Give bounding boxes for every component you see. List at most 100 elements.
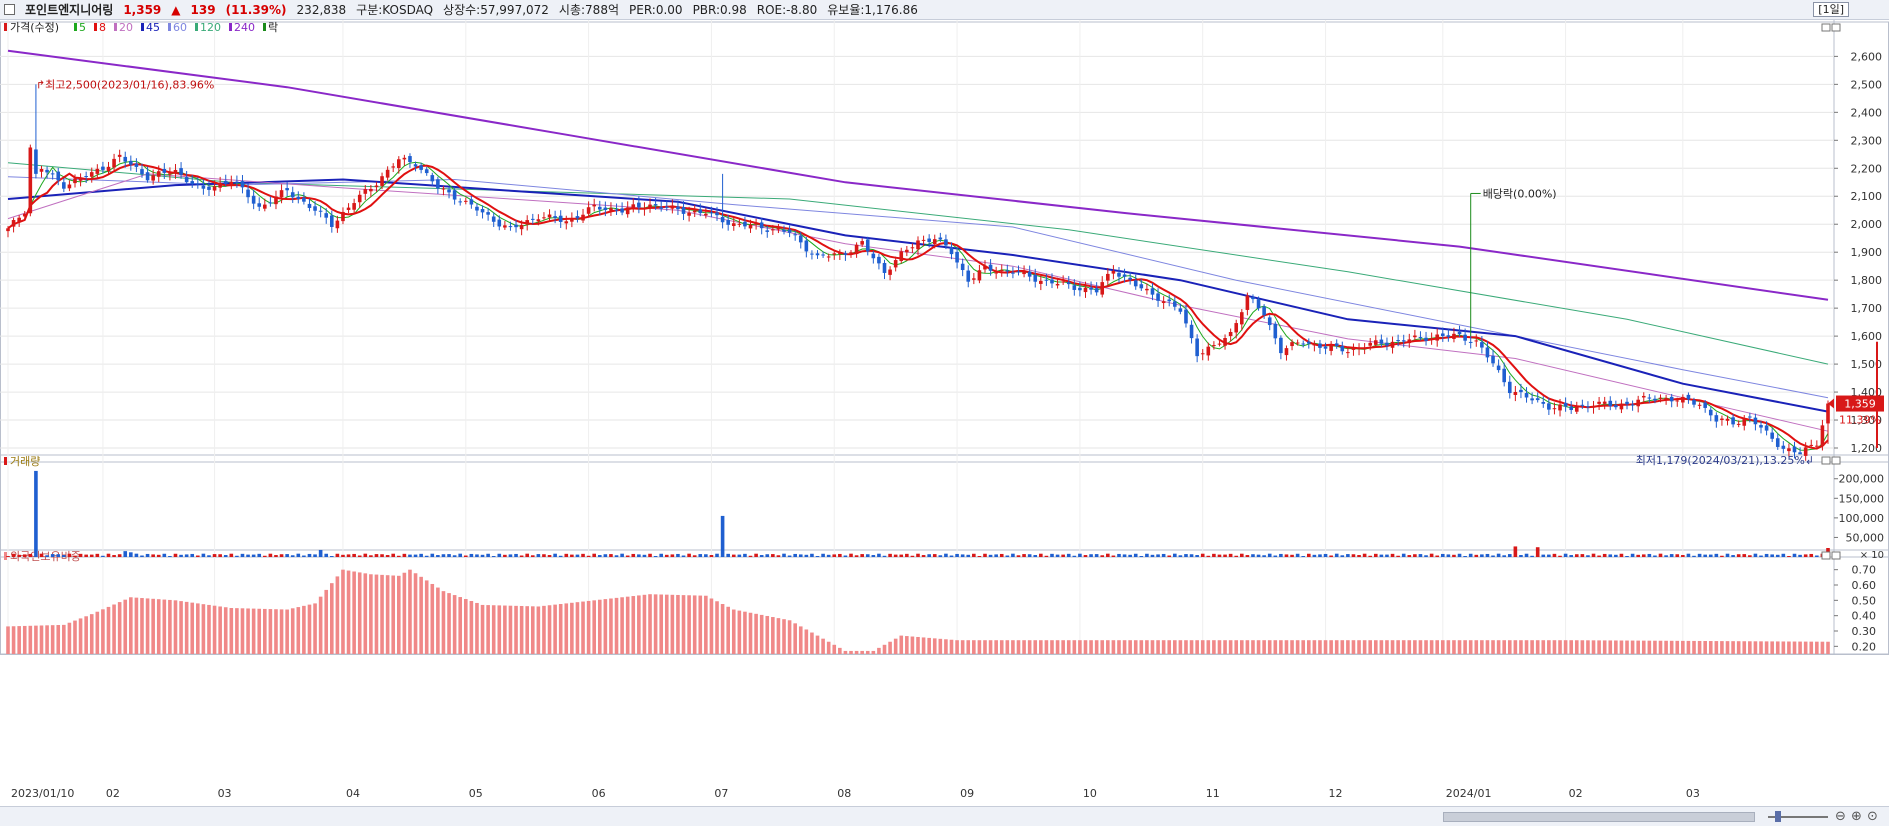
price-change-pct: (11.39%)	[225, 2, 287, 17]
volume-bar	[1385, 554, 1389, 557]
candle-body	[1022, 271, 1026, 275]
foreign-bar	[151, 598, 155, 654]
foreign-bar	[838, 647, 842, 654]
market-cap: 시총:788억	[558, 3, 619, 17]
foreign-bar	[888, 641, 892, 654]
foreign-bar	[201, 604, 206, 654]
foreign-bar	[117, 602, 122, 654]
foreign-bar	[475, 602, 479, 654]
foreign-bar	[1396, 640, 1400, 654]
retention-ratio: 유보율:1,176.86	[827, 3, 918, 17]
ma-line-20	[7, 173, 1829, 432]
volume-bar	[1541, 554, 1546, 557]
volume-bar	[960, 554, 965, 557]
volume-bar	[1775, 554, 1780, 557]
volume-bar	[1005, 555, 1010, 557]
volume-bar	[525, 553, 530, 557]
volume-tick-label: 150,000	[1839, 492, 1885, 505]
foreign-bar	[1122, 640, 1127, 654]
foreign-bar	[542, 605, 546, 654]
foreign-bar	[620, 597, 624, 654]
foreign-bar	[787, 620, 792, 654]
high-annotation: ↱최고2,500(2023/01/16),83.96%	[36, 78, 214, 91]
legend-ma-swatch	[74, 23, 77, 31]
foreign-bar	[1005, 640, 1010, 654]
period-button[interactable]: [1일]	[1813, 2, 1849, 17]
zoom-in-icon[interactable]: ⊕	[1851, 809, 1862, 824]
candle-body	[1334, 343, 1339, 346]
horizontal-scrollbar[interactable]: ⊖ ⊕ ⊙	[0, 806, 1889, 826]
volume-bar	[1703, 554, 1707, 557]
foreign-bar	[1039, 640, 1043, 654]
foreign-bar	[39, 625, 44, 654]
x-tick-label: 05	[469, 787, 483, 800]
candle-body	[1016, 271, 1021, 273]
foreign-bar	[1541, 640, 1546, 654]
candle-body	[810, 253, 814, 255]
foreign-bar	[1580, 640, 1585, 654]
foreign-bar	[56, 625, 61, 654]
volume-bar	[346, 554, 351, 557]
volume-bar	[771, 554, 775, 557]
volume-bar	[257, 553, 262, 557]
candle-body	[1742, 418, 1747, 426]
volume-bar	[547, 555, 552, 557]
candle-body	[1781, 445, 1786, 449]
foreign-bar	[246, 608, 250, 654]
volume-bar	[324, 553, 329, 557]
zoom-reset-icon[interactable]: ⊙	[1867, 809, 1878, 824]
foreign-bar	[1742, 641, 1747, 654]
volume-bar	[441, 554, 446, 557]
foreign-bar	[441, 591, 446, 654]
volume-bar	[731, 554, 736, 557]
candle-body	[1692, 400, 1696, 405]
foreign-bar	[62, 624, 66, 654]
foreign-bar	[1775, 641, 1780, 654]
foreign-bar	[1106, 640, 1110, 654]
volume-bar	[821, 553, 825, 557]
candle-body	[1184, 309, 1188, 324]
candle-body	[1133, 280, 1138, 287]
foreign-bar	[218, 606, 222, 654]
candle-body	[257, 203, 262, 207]
stock-name[interactable]: 포인트엔지니어링	[25, 1, 113, 18]
volume-bar	[921, 555, 926, 557]
candle-body	[162, 168, 167, 173]
volume-bar	[1351, 554, 1356, 557]
foreign-bar	[1681, 640, 1685, 654]
candle-body	[1775, 438, 1780, 447]
foreign-bar	[145, 598, 150, 654]
candle-body	[1429, 338, 1434, 340]
candle-body	[960, 263, 965, 271]
scroll-thumb[interactable]	[1443, 812, 1755, 822]
foreign-bar	[1284, 640, 1289, 654]
candle-body	[664, 206, 669, 208]
volume-bar	[352, 553, 356, 557]
foreign-bar	[988, 640, 993, 654]
candle-body	[1066, 282, 1071, 285]
volume-bar	[1206, 555, 1211, 557]
foreign-bar	[1692, 640, 1696, 654]
zoom-out-icon[interactable]: ⊖	[1835, 809, 1846, 824]
candle-body	[469, 199, 474, 205]
volume-bar	[1139, 556, 1144, 557]
foreign-bar	[960, 640, 965, 654]
volume-bar	[184, 554, 189, 557]
foreign-bar	[207, 604, 211, 654]
candle-body	[592, 204, 596, 207]
zoom-slider-knob[interactable]	[1775, 811, 1781, 822]
candle-body	[1301, 343, 1306, 345]
candle-body	[1731, 417, 1735, 425]
candle-body	[201, 185, 206, 189]
checkbox[interactable]	[4, 4, 15, 15]
foreign-bar	[1524, 640, 1529, 654]
foreign-bar	[525, 606, 530, 654]
foreign-bar	[637, 595, 641, 654]
foreign-bar	[430, 583, 435, 654]
stock-chart[interactable]: 1,2001,3001,4001,5001,6001,7001,8001,900…	[0, 20, 1889, 806]
foreign-bar	[1189, 640, 1194, 654]
volume-bar	[95, 553, 100, 557]
candle-body	[503, 225, 507, 228]
x-tick-label: 10	[1083, 787, 1097, 800]
volume-bar	[1022, 554, 1026, 557]
